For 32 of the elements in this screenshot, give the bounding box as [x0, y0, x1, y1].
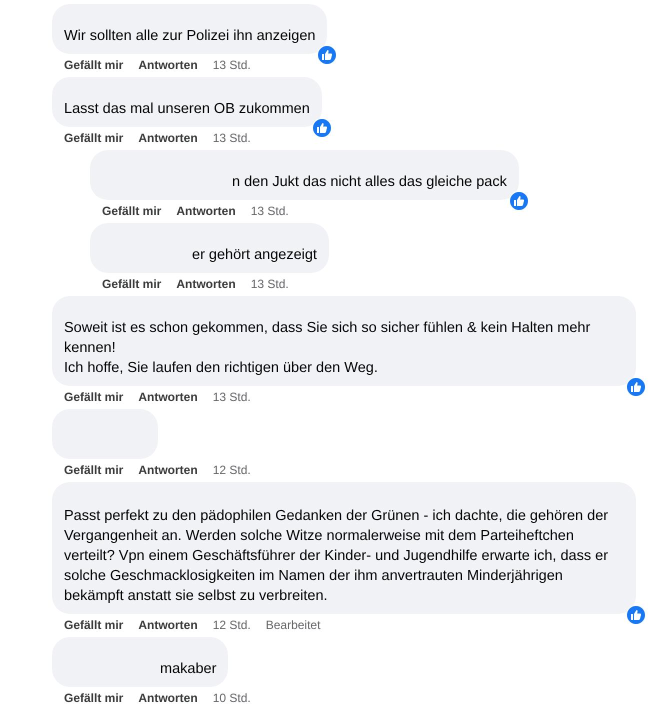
like-link[interactable]: Gefällt mir — [64, 688, 124, 708]
like-link[interactable]: Gefällt mir — [102, 274, 162, 294]
comment-text: Wir sollten alle zur Polizei ihn anzeigen — [64, 27, 316, 46]
comment-text: Lasst das mal unseren OB zukommen — [64, 100, 310, 119]
timestamp[interactable]: 13 Std. — [212, 55, 251, 75]
comment-text: er gehört angezeigt — [192, 246, 317, 265]
timestamp[interactable]: 10 Std. — [212, 688, 251, 708]
reply-link[interactable]: Antworten — [176, 201, 236, 221]
like-link[interactable]: Gefällt mir — [64, 387, 124, 407]
timestamp[interactable]: 12 Std. — [212, 615, 251, 635]
edited-label: Bearbeitet — [266, 617, 320, 634]
timestamp[interactable]: 13 Std. — [212, 128, 251, 148]
timestamp[interactable]: 12 Std. — [212, 460, 251, 480]
comment-text: Soweit ist es schon gekommen, dass Sie sich so sicher fühlen & kein Halten mehr kennen! Ich hoffe, Sie laufen den richtigen über den Weg. — [64, 319, 592, 378]
timestamp[interactable]: 13 Std. — [250, 274, 289, 294]
like-link[interactable]: Gefällt mir — [64, 615, 124, 635]
like-link[interactable]: Gefällt mir — [64, 128, 124, 148]
timestamp[interactable]: 13 Std. — [212, 387, 251, 407]
reply-link[interactable]: Antworten — [138, 55, 198, 75]
timestamp[interactable]: 13 Std. — [250, 201, 289, 221]
like-link[interactable]: Gefällt mir — [102, 201, 162, 221]
like-link[interactable]: Gefällt mir — [64, 460, 124, 480]
reply-link[interactable]: Antworten — [176, 274, 236, 294]
reply-link[interactable]: Antworten — [138, 688, 198, 708]
comment-text: makaber — [160, 660, 216, 679]
reply-link[interactable]: Antworten — [138, 128, 198, 148]
reply-link[interactable]: Antworten — [138, 615, 198, 635]
comment-text: Passt perfekt zu den pädophilen Gedanken der Grünen - ich dachte, die gehören der Vergangenheit an. Werden solche Witze normalerweise mit dem Parteiheftchen verteilt? Vpn einem Geschäftsführer der Kinder- und Jugendhilfe erwarte ich, dass er solche Geschmacklosigkeiten im Namen der ihm anvertrauten Minderjährigen bekämpft anstatt sie selbst zu verbreiten. — [64, 507, 610, 606]
comment-text: n den Jukt das nicht alles das gleiche pack — [232, 173, 507, 192]
reply-link[interactable]: Antworten — [138, 387, 198, 407]
reply-link[interactable]: Antworten — [138, 460, 198, 480]
like-link[interactable]: Gefällt mir — [64, 55, 124, 75]
